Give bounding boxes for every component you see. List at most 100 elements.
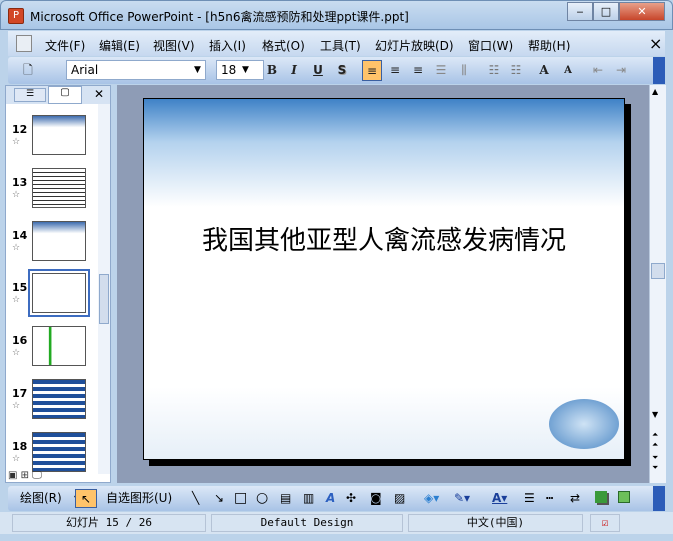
thumbnail-item[interactable]: 15 ☆ [6, 269, 98, 325]
bold-button[interactable]: B [262, 60, 282, 81]
thumbnail-item[interactable]: 17 ☆ [6, 379, 98, 431]
status-bar: 幻灯片 15 / 26 Default Design 中文(中国) ☑ [0, 512, 673, 534]
star-icon: ☆ [12, 243, 21, 253]
slide-counter: 幻灯片 15 / 26 [12, 514, 206, 532]
decrease-font-button[interactable]: A [558, 60, 578, 81]
picture-icon[interactable]: ▨ [394, 489, 405, 508]
menu-view[interactable]: 视图(V) [153, 37, 195, 54]
line-icon[interactable]: ╲ [192, 489, 199, 508]
font-color-icon[interactable]: A▾ [492, 489, 507, 508]
next-slide-icon[interactable]: ⏷ ⏷ [652, 453, 658, 473]
document-icon[interactable] [16, 35, 32, 52]
distribute-icon[interactable]: ☰ [431, 60, 451, 81]
menu-slideshow[interactable]: 幻灯片放映(D) [375, 37, 454, 54]
toolbar-options-button[interactable] [653, 486, 665, 511]
slides-panel: ☰ ▢ ✕ 12 ☆ 13 ☆ 14 ☆ 15 ☆ 16 ☆ 17 ☆ 18 ☆ ▣ ⊞ 🖵 [5, 85, 111, 483]
thumbnail-scrollbar[interactable] [98, 104, 110, 474]
menu-format[interactable]: 格式(O) [262, 37, 305, 54]
close-button[interactable]: ✕ [619, 2, 665, 21]
toolbar-options-button[interactable] [653, 57, 665, 84]
close-panel-button[interactable]: ✕ [94, 87, 104, 101]
star-icon: ☆ [12, 454, 21, 464]
increase-indent-icon[interactable]: ⇥ [611, 60, 631, 81]
decrease-indent-icon[interactable]: ⇤ [588, 60, 608, 81]
city-globe-image [549, 399, 619, 449]
italic-button[interactable]: I [284, 60, 304, 81]
thumbnail-item[interactable]: 13 ☆ [6, 168, 98, 220]
slide-title[interactable]: 我国其他亚型人禽流感发病情况 [184, 224, 584, 258]
menu-file[interactable]: 文件(F) [45, 37, 85, 54]
3d-style-icon[interactable] [618, 491, 630, 503]
align-right-button[interactable]: ≡ [408, 60, 428, 81]
star-icon: ☆ [12, 137, 21, 147]
slide-thumbnail-selected[interactable] [28, 269, 90, 317]
wordart-icon[interactable]: A [326, 489, 335, 508]
outline-tab[interactable]: ☰ [14, 88, 46, 102]
chevron-down-icon[interactable]: ▼ [242, 65, 249, 75]
title-bar: P Microsoft Office PowerPoint - [h5n6禽流感… [0, 0, 673, 30]
window-title: Microsoft Office PowerPoint - [h5n6禽流感预防… [30, 10, 409, 24]
language-indicator: 中文(中国) [408, 514, 583, 532]
arrow-icon[interactable]: ↘ [214, 489, 224, 508]
arrow-style-icon[interactable]: ⇄ [570, 489, 580, 508]
shadow-style-icon[interactable] [595, 491, 607, 503]
formatting-toolbar: 🗋 Arial ▼ 18 ▼ B I U S ≡ ≡ ≡ ☰ ⫼ ☷ ☷ A A… [8, 57, 665, 84]
oval-icon[interactable]: ○ [256, 489, 268, 508]
scroll-down-icon[interactable]: ▼ [652, 410, 658, 419]
thumbnail-item[interactable]: 12 ☆ [6, 115, 98, 167]
draw-menu[interactable]: 绘图(R) [20, 489, 62, 508]
slides-tab[interactable]: ▢ [48, 86, 82, 104]
fill-color-icon[interactable]: ◈▾ [424, 489, 439, 508]
slide-scrollbar[interactable]: ▲ ▼ ⏶ ⏶ ⏷ ⏷ [649, 85, 666, 483]
textbox-icon[interactable]: ▤ [280, 489, 291, 508]
numbering-button[interactable]: ☷ [484, 60, 504, 81]
slide-thumbnail[interactable] [32, 221, 86, 261]
align-center-button[interactable]: ≡ [385, 60, 405, 81]
slide-thumbnail[interactable] [32, 115, 86, 155]
autoshapes-menu[interactable]: 自选图形(U) [106, 489, 172, 508]
previous-slide-icon[interactable]: ⏶ ⏶ [652, 430, 658, 450]
scroll-thumb[interactable] [651, 263, 665, 279]
spellcheck-icon[interactable]: ☑ [590, 514, 620, 532]
slide-canvas[interactable]: 我国其他亚型人禽流感发病情况 [143, 98, 625, 460]
thumbnail-item[interactable]: 16 ☆ [6, 326, 98, 378]
maximize-button[interactable]: □ [593, 2, 619, 21]
menu-help[interactable]: 帮助(H) [528, 37, 570, 54]
slide-thumbnail[interactable] [32, 379, 86, 419]
line-style-icon[interactable]: ☰ [524, 489, 535, 508]
thumbnail-item[interactable]: 14 ☆ [6, 221, 98, 273]
slide-thumbnail[interactable] [32, 168, 86, 208]
align-left-button[interactable]: ≡ [362, 60, 382, 81]
diagram-icon[interactable]: ✣ [346, 489, 356, 508]
font-select[interactable]: Arial [66, 60, 206, 80]
shadow-button[interactable]: S [332, 60, 352, 81]
chevron-down-icon[interactable]: ▼ [194, 65, 201, 75]
panel-tabs: ☰ ▢ ✕ [6, 86, 110, 104]
minimize-button[interactable]: ‒ [567, 2, 593, 21]
new-icon[interactable]: 🗋 [18, 60, 38, 81]
font-size-select[interactable]: 18 [216, 60, 264, 80]
dash-style-icon[interactable]: ┅ [546, 489, 553, 508]
scroll-thumb[interactable] [99, 274, 109, 324]
clipart-icon[interactable]: ◙ [370, 489, 382, 508]
slide-thumbnail[interactable] [32, 326, 86, 366]
view-buttons[interactable]: ▣ ⊞ 🖵 [8, 470, 42, 481]
increase-font-button[interactable]: A [534, 60, 554, 81]
bullets-button[interactable]: ☷ [506, 60, 526, 81]
select-pointer-button[interactable]: ↖ [75, 489, 97, 508]
powerpoint-icon: P [8, 8, 24, 24]
menu-tools[interactable]: 工具(T) [320, 37, 361, 54]
rectangle-icon[interactable]: □ [234, 489, 247, 508]
slide-thumbnail[interactable] [32, 432, 86, 472]
design-name: Default Design [211, 514, 403, 532]
underline-button[interactable]: U [308, 60, 328, 81]
scroll-up-icon[interactable]: ▲ [652, 87, 658, 96]
line-color-icon[interactable]: ✎▾ [454, 489, 470, 508]
text-direction-icon[interactable]: ⫼ [454, 60, 474, 81]
menu-edit[interactable]: 编辑(E) [99, 37, 140, 54]
menu-window[interactable]: 窗口(W) [468, 37, 513, 54]
star-icon: ☆ [12, 190, 21, 200]
close-document-button[interactable]: × [649, 34, 662, 53]
menu-insert[interactable]: 插入(I) [209, 37, 246, 54]
vertical-textbox-icon[interactable]: ▥ [303, 489, 314, 508]
